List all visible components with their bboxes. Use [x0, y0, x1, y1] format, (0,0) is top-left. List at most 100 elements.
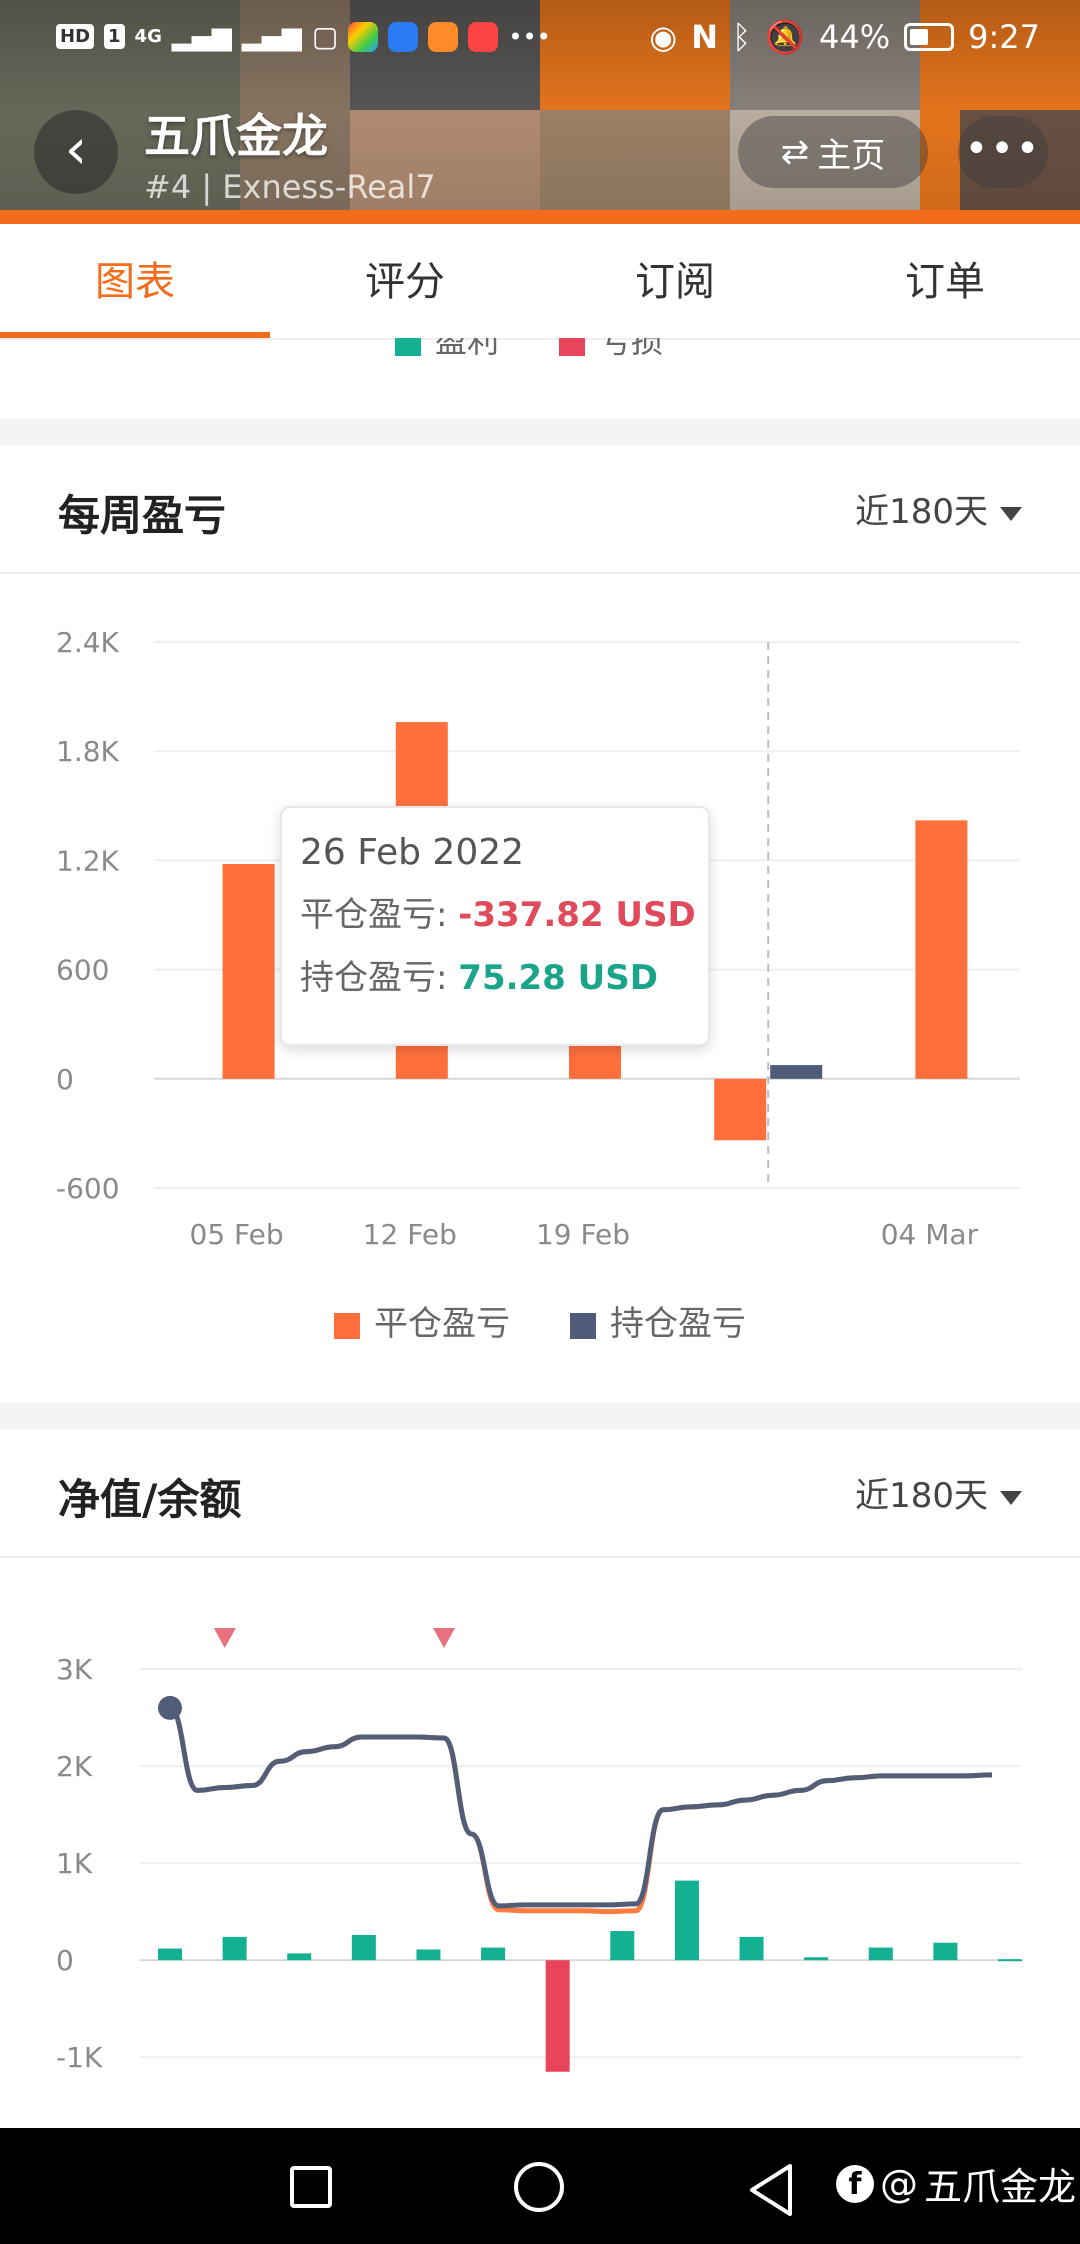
back-button[interactable]: ‹: [34, 110, 118, 194]
clipboard-icon: ▢: [311, 20, 339, 53]
tooltip-closed-value: -337.82 USD: [458, 895, 696, 935]
x-tick-label: 19 Feb: [536, 1218, 630, 1251]
y-tick-label: 0: [56, 1063, 74, 1096]
x-tick-label: 12 Feb: [363, 1218, 457, 1251]
equity-bar: [739, 1936, 764, 1961]
app-icon-book: [468, 21, 499, 52]
recent-apps-button[interactable]: [290, 2166, 332, 2208]
y-tick-label: 2K: [56, 1750, 93, 1783]
hd-badge: HD: [56, 24, 95, 49]
nfc-icon: N: [691, 18, 718, 56]
y-tick-label: -600: [56, 1172, 120, 1205]
x-tick-label: 05 Feb: [190, 1218, 284, 1251]
bar-open-pnl: [770, 1065, 823, 1079]
legend-open[interactable]: 持仓盈亏: [570, 1296, 746, 1345]
equity-bar: [351, 1934, 376, 1961]
header-accent-bar: [0, 210, 1080, 224]
section-gap: [0, 418, 1080, 446]
tab-subscribe[interactable]: 订阅: [540, 224, 810, 338]
y-tick-label: 2.4K: [56, 626, 120, 659]
equity-bar: [868, 1947, 893, 1961]
mute-bell-icon: 🔕: [765, 18, 806, 56]
eye-icon: ◉: [649, 18, 678, 56]
equity-title: 净值/余额: [58, 1475, 242, 1524]
equity-bar: [804, 1957, 829, 1961]
account-subtitle: #4 | Exness-Real7: [144, 168, 436, 206]
chart-tooltip: 26 Feb 2022 平仓盈亏: -337.82 USD 持仓盈亏: 75.2…: [280, 806, 710, 1046]
app-icon-play: [428, 21, 459, 52]
equity-range-dropdown[interactable]: 近180天: [855, 1468, 1022, 1517]
legend-profit: 盈利: [395, 338, 499, 362]
battery-icon: [904, 23, 955, 51]
weekly-legend: 平仓盈亏 持仓盈亏: [0, 1296, 1080, 1345]
bar-closed-pnl: [714, 1078, 767, 1141]
equity-bar: [222, 1936, 247, 1961]
section-gap-2: [0, 1402, 1080, 1430]
clock: 9:27: [968, 18, 1040, 56]
chevron-left-icon: ‹: [64, 117, 88, 182]
equity-bar: [674, 1880, 699, 1961]
caret-down-icon: [1000, 1490, 1022, 1505]
equity-bar: [933, 1942, 958, 1961]
watermark: f @ 五爪金龙: [836, 2156, 1076, 2211]
bar-closed-pnl: [915, 820, 968, 1079]
equity-bar: [287, 1953, 312, 1961]
equity-bar: [610, 1931, 635, 1961]
equity-svg: 3K 2K 1K 0 -1K: [56, 1628, 1022, 2074]
y-tick-label: 0: [56, 1944, 74, 1977]
home-nav-button[interactable]: [514, 2162, 564, 2212]
tab-chart[interactable]: 图表: [0, 224, 270, 338]
app-icon-bulb: [388, 21, 419, 52]
legend-closed[interactable]: 平仓盈亏: [334, 1296, 510, 1345]
tab-bar: 图表 评分 订阅 订单: [0, 224, 1080, 340]
equity-bar: [481, 1947, 506, 1961]
event-marker: [433, 1628, 455, 1648]
balance-line: [168, 1705, 993, 1915]
equity-bar: [158, 1948, 182, 1961]
app-icon-colorful: [348, 21, 379, 52]
weekly-pnl-title: 每周盈亏: [58, 491, 227, 540]
system-nav-bar: f @ 五爪金龙: [0, 2128, 1080, 2244]
signal-2-icon: ▂▄▆: [241, 21, 302, 52]
legend-loss: 亏损: [559, 338, 663, 362]
more-button[interactable]: •••: [958, 116, 1048, 188]
weekly-pnl-header: 每周盈亏 近180天: [0, 446, 1080, 574]
facebook-icon: f: [836, 2164, 874, 2203]
swap-icon: ⇄: [780, 132, 810, 172]
bar-closed-pnl: [222, 864, 275, 1079]
tooltip-closed-row: 平仓盈亏: -337.82 USD: [300, 887, 696, 936]
legend-closed-label: 平仓盈亏: [374, 1304, 510, 1344]
equity-bar: [545, 1960, 570, 2072]
previous-chart-legend: 盈利 亏损: [0, 338, 1080, 368]
equity-chart[interactable]: 3K 2K 1K 0 -1K: [0, 1560, 1080, 2128]
home-button[interactable]: ⇄ 主页: [738, 116, 928, 188]
bluetooth-icon: ᛒ: [731, 18, 752, 56]
weekly-range-dropdown[interactable]: 近180天: [855, 484, 1022, 533]
legend-open-label: 持仓盈亏: [610, 1304, 746, 1344]
line-start-dot: [158, 1695, 182, 1720]
legend-loss-label: 亏损: [599, 338, 664, 360]
status-right: ◉ N ᛒ 🔕 44% 9:27: [649, 18, 1040, 56]
y-tick-label: 600: [56, 954, 109, 987]
profile-header: HD 1 4G ▂▄▆ ▂▄▆ ▢ ••• ◉ N ᛒ 🔕 44% 9:27 ‹…: [0, 0, 1080, 224]
y-tick-label: 3K: [56, 1653, 93, 1686]
tab-rating[interactable]: 评分: [270, 224, 540, 338]
sim-badge: 1: [104, 24, 125, 49]
legend-profit-label: 盈利: [435, 338, 500, 360]
tooltip-open-row: 持仓盈亏: 75.28 USD: [300, 950, 690, 999]
watermark-name: 五爪金龙: [924, 2165, 1077, 2209]
equity-range-label: 近180天: [855, 1476, 988, 1516]
watermark-text: @: [880, 2161, 918, 2206]
y-tick-label: -1K: [56, 2041, 103, 2074]
status-left: HD 1 4G ▂▄▆ ▂▄▆ ▢ •••: [56, 20, 551, 53]
equity-line: [168, 1705, 993, 1909]
battery-percent: 44%: [819, 18, 891, 56]
tooltip-open-value: 75.28 USD: [458, 958, 658, 998]
back-triangle-icon[interactable]: [746, 2162, 796, 2218]
signal-icon: ▂▄▆: [171, 21, 232, 52]
tooltip-closed-label: 平仓盈亏:: [300, 895, 448, 935]
equity-header: 净值/余额 近180天: [0, 1430, 1080, 1558]
y-tick-label: 1K: [56, 1847, 93, 1880]
caret-down-icon: [1000, 506, 1022, 521]
tab-orders[interactable]: 订单: [810, 224, 1080, 338]
